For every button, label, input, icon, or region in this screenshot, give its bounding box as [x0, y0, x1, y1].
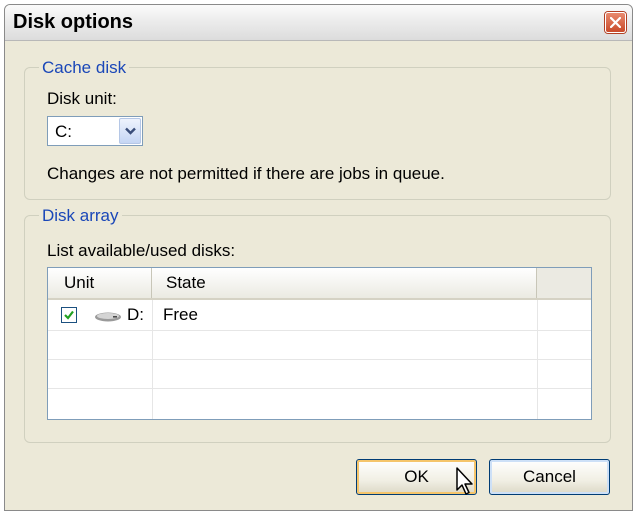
cache-note: Changes are not permitted if there are j… [47, 164, 445, 183]
close-icon [610, 17, 621, 28]
disk-list-label: List available/used disks: [47, 241, 236, 260]
grid-line [48, 359, 591, 360]
disk-unit-select[interactable]: C: [47, 116, 143, 146]
cancel-button[interactable]: Cancel [489, 459, 610, 495]
cell-state: Free [163, 305, 198, 324]
table-row[interactable]: D: Free [48, 301, 591, 330]
disk-unit-dropdown-button[interactable] [119, 118, 141, 144]
cell-unit: D: [127, 305, 144, 324]
checkmark-icon [64, 310, 74, 320]
grid-line [48, 330, 591, 331]
disk-unit-label: Disk unit: [47, 89, 117, 108]
column-header-filler [537, 268, 591, 298]
column-header-state[interactable]: State [152, 268, 537, 298]
window-title: Disk options [13, 11, 134, 33]
cache-disk-legend: Cache disk [39, 58, 130, 78]
mouse-pointer-icon [456, 467, 473, 495]
title-bar[interactable]: Disk options [5, 5, 632, 41]
disk-list[interactable]: Unit State D: Free [47, 267, 592, 420]
grid-line [48, 388, 591, 389]
column-header-unit[interactable]: Unit [48, 268, 152, 298]
disk-array-legend: Disk array [39, 206, 122, 226]
disk-checkbox[interactable] [61, 307, 77, 323]
disk-unit-value: C: [55, 122, 72, 141]
chevron-down-icon [125, 127, 136, 135]
hard-drive-icon [95, 312, 121, 322]
list-header: Unit State [48, 268, 591, 300]
close-button[interactable] [605, 12, 626, 33]
